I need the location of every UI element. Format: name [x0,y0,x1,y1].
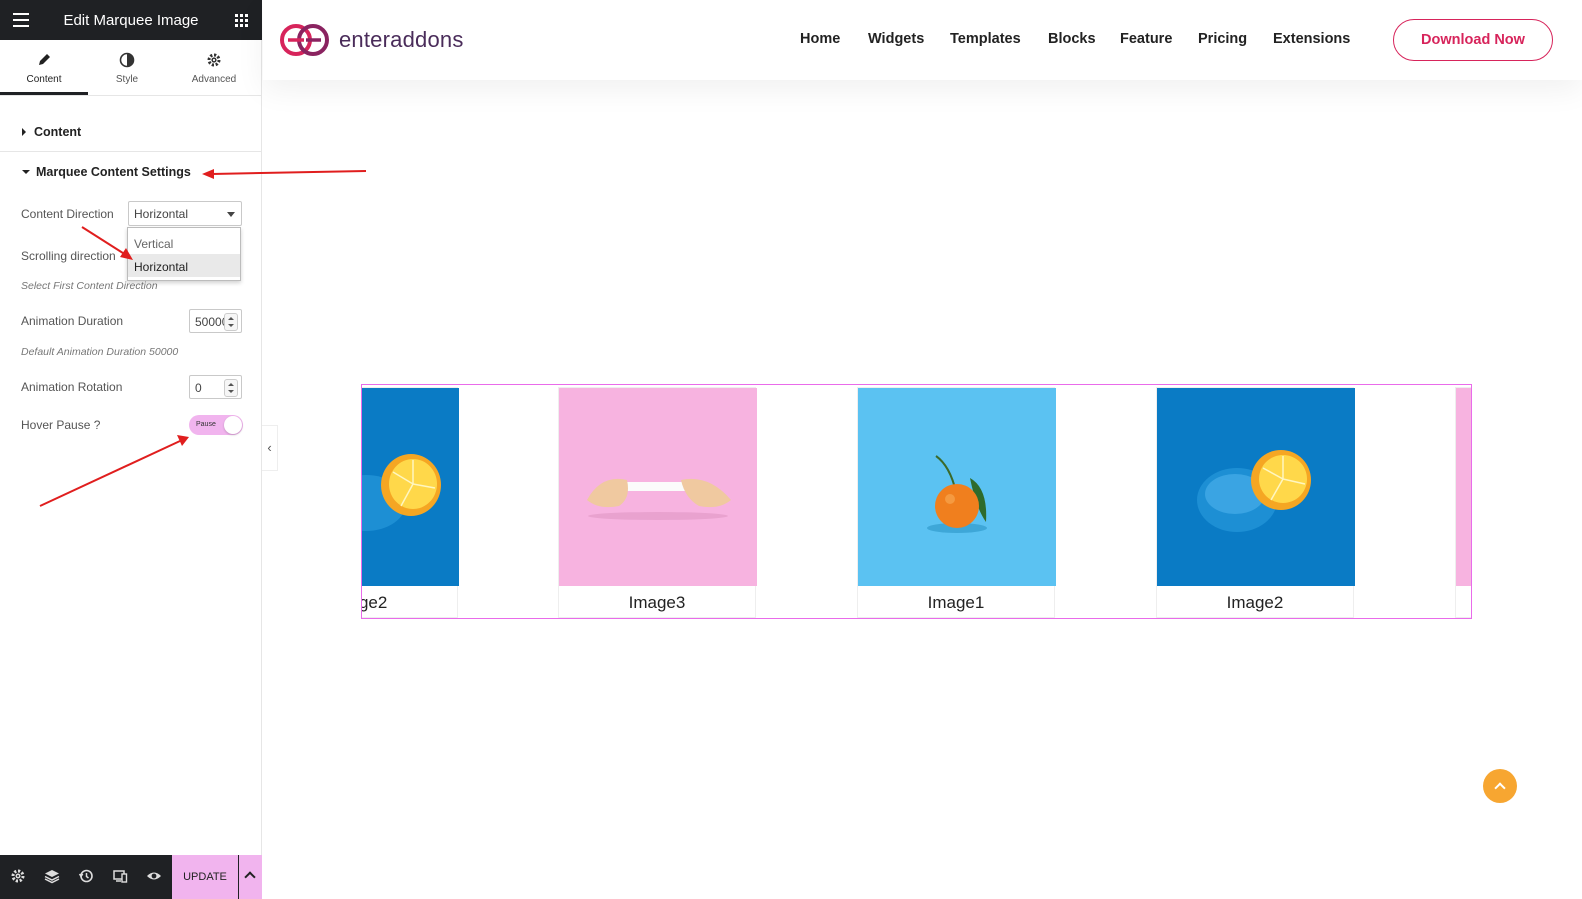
scrolling-direction-hint: Select First Content Direction [21,280,158,292]
animation-rotation-input[interactable]: 0 [189,375,242,399]
history-icon[interactable] [78,868,94,884]
marquee-widget[interactable]: Image2 Image3 Image1 [361,384,1472,619]
collapse-panel-chevron-left-icon[interactable]: ‹ [262,425,278,471]
nav-extensions[interactable]: Extensions [1273,31,1350,47]
nav-pricing[interactable]: Pricing [1198,31,1247,47]
hover-pause-label: Hover Pause ? [21,418,101,432]
marquee-caption: Image2 [361,593,388,612]
orange-split-image [1157,388,1355,586]
input-value: 0 [195,381,202,395]
animation-duration-hint: Default Animation Duration 50000 [21,346,179,358]
marquee-caption: Image2 [1226,593,1284,612]
marquee-caption: Image1 [927,593,985,612]
editor-panel: Edit Marquee Image Content Style Advance… [0,0,262,899]
hover-pause-toggle[interactable]: Pause [189,415,243,435]
caret-right-icon [22,128,26,136]
widgets-grid-icon[interactable] [235,14,248,27]
responsive-icon[interactable] [112,868,128,884]
animation-duration-input[interactable]: 50000 [189,309,242,333]
settings-icon[interactable] [10,868,26,884]
dropdown-option-vertical[interactable]: Vertical [128,228,240,254]
dropdown-option-horizontal[interactable]: Horizontal [128,254,240,277]
gear-icon [207,53,221,67]
panel-tabs: Content Style Advanced [0,40,262,96]
select-value: Horizontal [134,207,189,221]
enteraddons-logo-icon [280,24,329,56]
fortune-cookie-image [559,388,757,586]
tab-label: Advanced [191,74,237,85]
pencil-icon [39,54,50,65]
marquee-card[interactable]: Image3 [558,387,757,618]
marquee-caption: Image3 [628,593,686,612]
tab-advanced[interactable]: Advanced [170,40,258,95]
marquee-card[interactable]: Image2 [361,387,459,618]
marquee-card[interactable]: Image1 [857,387,1056,618]
panel-title: Edit Marquee Image [63,12,199,29]
site-header: enteraddons Home Widgets Templates Block… [263,0,1582,80]
section-content-toggle[interactable]: Content [22,125,81,139]
divider [0,151,262,152]
half-circle-icon [119,52,135,68]
section-title: Content [34,125,82,139]
marquee-card[interactable]: Image2 [1156,387,1355,618]
scroll-to-top-button[interactable] [1483,769,1517,803]
nav-feature[interactable]: Feature [1120,31,1172,47]
nav-home[interactable]: Home [800,31,840,47]
number-spinner[interactable] [224,313,238,331]
update-button[interactable]: UPDATE [172,855,238,899]
tab-label: Style [115,74,139,85]
tangerine-image [858,388,1056,586]
update-options-chevron-up-icon[interactable] [239,855,262,899]
nav-widgets[interactable]: Widgets [868,31,924,47]
tab-content[interactable]: Content [0,40,88,95]
marquee-card[interactable] [1455,387,1471,618]
caret-down-icon [22,170,30,174]
scrolling-direction-label: Scrolling direction [21,249,116,263]
animation-rotation-label: Animation Rotation [21,380,123,394]
orange-split-image [362,388,459,586]
logo-text: enteraddons [339,27,464,52]
preview-icon[interactable] [146,868,162,884]
fortune-cookie-image [1456,388,1471,586]
content-direction-label: Content Direction [21,207,114,221]
download-now-button[interactable]: Download Now [1393,19,1553,61]
tab-label: Content [26,74,62,85]
section-marquee-settings-toggle[interactable]: Marquee Content Settings [22,165,191,179]
toggle-label: Pause [196,421,216,428]
panel-footer: UPDATE [0,855,262,899]
layers-icon[interactable] [44,868,60,884]
number-spinner[interactable] [224,379,238,397]
nav-templates[interactable]: Templates [950,31,1021,47]
chevron-down-icon [227,212,235,217]
logo[interactable]: enteraddons [277,22,464,58]
section-title: Marquee Content Settings [36,165,191,179]
toggle-knob [224,416,242,434]
nav-blocks[interactable]: Blocks [1048,31,1096,47]
content-direction-select[interactable]: Horizontal [128,201,242,226]
tab-style[interactable]: Style [83,40,171,95]
animation-duration-label: Animation Duration [21,314,124,328]
panel-header: Edit Marquee Image [0,0,262,40]
content-direction-dropdown: Vertical Horizontal [127,227,241,281]
